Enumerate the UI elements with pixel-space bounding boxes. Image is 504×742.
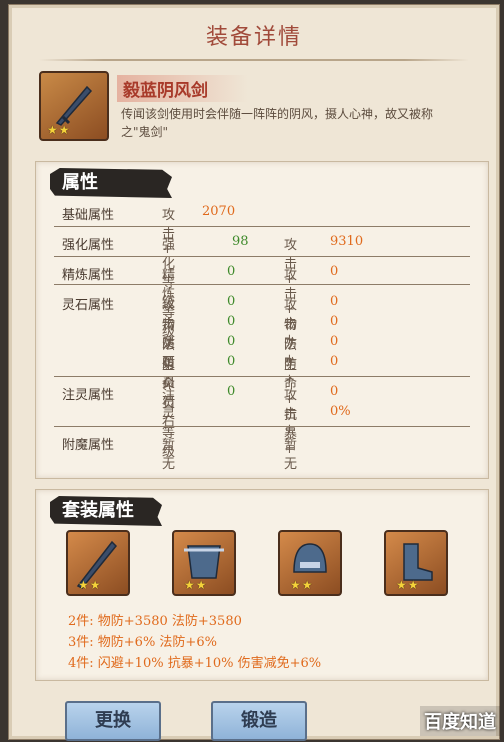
row-label: 强化属性 (62, 238, 115, 253)
set-item-stars: ★★ (396, 578, 420, 592)
set-effect-4: 4件: 闪避+10% 抗暴+10% 伤害减免+6% (68, 656, 322, 671)
title-divider (39, 59, 469, 61)
row-value: 2070 (202, 204, 236, 219)
row-label: 附魔属性 (62, 438, 115, 453)
row-value: 0 (227, 354, 236, 369)
attributes-title: 属性 (50, 168, 172, 198)
row-value: 0 (227, 294, 236, 309)
set-item-3[interactable]: ★★ (278, 530, 342, 596)
equipment-stars: ★★ (47, 123, 71, 137)
row-label: 基础属性 (62, 208, 115, 223)
equipment-name: 毅蓝阴风剑 (117, 75, 248, 102)
divider (54, 426, 470, 427)
divider (54, 376, 470, 377)
page-title: 装备详情 (205, 25, 302, 50)
row-value-2: 9310 (330, 234, 364, 249)
row-value-2: 0 (330, 264, 339, 279)
row-key: 暂无 (162, 438, 176, 472)
attributes-panel: 属性 基础属性 攻击+ 2070 强化属性 强化等级 98 攻击+ 9310 精… (35, 161, 489, 479)
row-value: 0 (227, 314, 236, 329)
row-value-2: 0 (330, 294, 339, 309)
sword-icon (55, 85, 93, 126)
equipment-detail-window: 装备详情 ★★ 毅蓝阴风剑 传闻该剑使用时会伴随一阵阵的阴风，摄人心神，故又被称… (8, 4, 500, 741)
row-value: 0 (227, 334, 236, 349)
set-item-stars: ★★ (184, 578, 208, 592)
row-value-2: 0 (330, 334, 339, 349)
set-item-2[interactable]: ★★ (172, 530, 236, 596)
set-item-1[interactable]: ★★ (66, 530, 130, 596)
row-value-2: 0% (330, 404, 351, 419)
row-label: 注灵属性 (62, 388, 115, 403)
set-title: 套装属性 (50, 496, 162, 526)
row-value-2: 0 (330, 314, 339, 329)
forge-button[interactable]: 锻造 (211, 701, 307, 741)
set-item-stars: ★★ (290, 578, 314, 592)
replace-button[interactable]: 更换 (65, 701, 161, 741)
row-value: 0 (227, 264, 236, 279)
row-value: 0 (227, 384, 236, 399)
row-key-2: 暂无 (284, 438, 298, 472)
row-value-2: 0 (330, 354, 339, 369)
set-panel: 套装属性 ★★ ★★ ★★ ★★ 2件: 物防+3580 法防+3580 3件:… (35, 489, 489, 681)
equipment-icon[interactable]: ★★ (39, 71, 109, 141)
row-value-2: 0 (330, 384, 339, 399)
set-item-4[interactable]: ★★ (384, 530, 448, 596)
divider (54, 284, 470, 285)
divider (54, 256, 470, 257)
set-effect-2: 2件: 物防+3580 法防+3580 (68, 614, 242, 629)
divider (54, 226, 470, 227)
row-label: 精炼属性 (62, 268, 115, 283)
row-value: 98 (232, 234, 249, 249)
equipment-description: 传闻该剑使用时会伴随一阵阵的阴风，摄人心神，故又被称之"鬼剑" (121, 107, 434, 139)
row-label: 灵石属性 (62, 298, 115, 313)
set-effect-3: 3件: 物防+6% 法防+6% (68, 635, 217, 650)
set-item-stars: ★★ (78, 578, 102, 592)
watermark: 百度知道 (420, 706, 500, 736)
